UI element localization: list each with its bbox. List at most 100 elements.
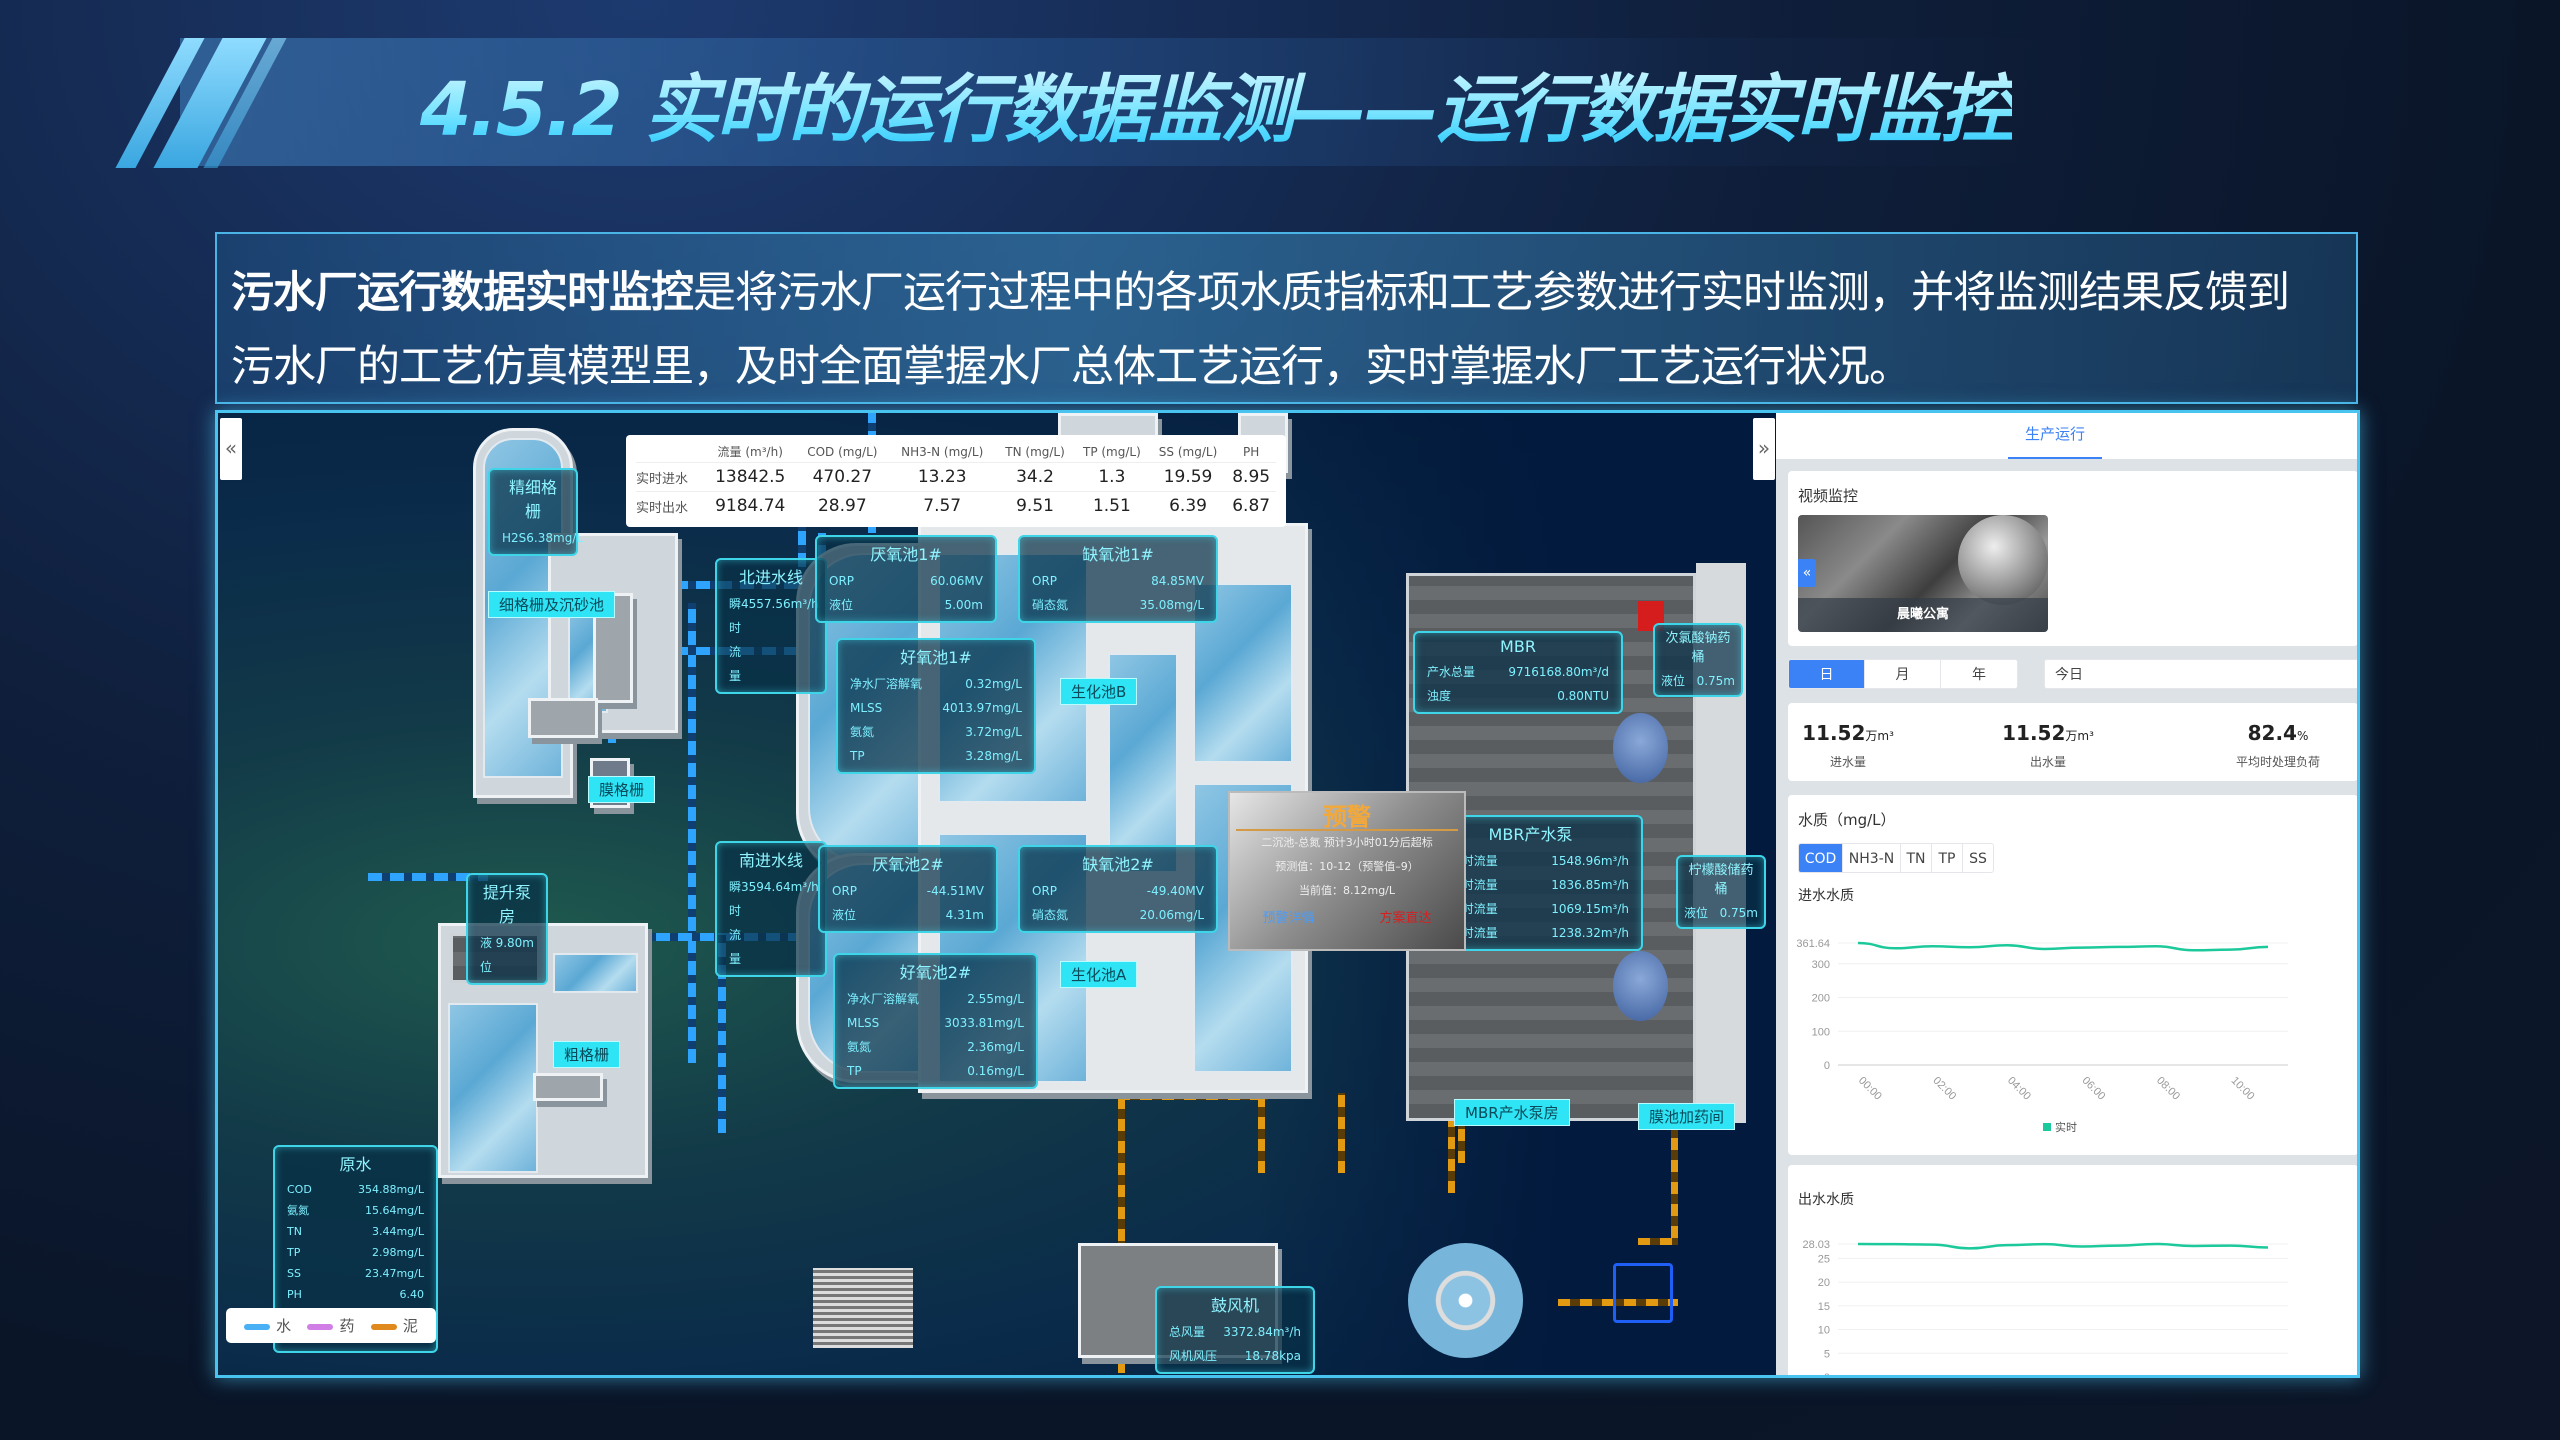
y-tick-label: 300 [1812,959,1830,971]
realtime-data-table: 流量 (m³/h) COD (mg/L) NH3-N (mg/L) TN (mg… [626,435,1286,527]
legend-item-chemical[interactable]: 药 [307,1315,355,1336]
inflow-quality-chart[interactable]: 0 100 200 300 361.64 00:00 02:00 04:00 06:00 08:0… [1788,905,2358,1155]
panel-south-inlet[interactable]: 南进水线 瞬时流量 3594.64m³/h [715,841,827,977]
panel-anaerobic-2[interactable]: 厌氧池2# ORP -44.51MV 液位 4.31m [818,845,998,933]
pipe-legend: 水 药 泥 [226,1308,436,1343]
chemical-tank [1613,713,1668,783]
period-month[interactable]: 月 [1865,660,1941,688]
x-tick-label: 00:00 [1856,1075,1884,1103]
video-thumbnail[interactable]: « 晨曦公寓 [1798,515,2048,632]
series-line [1857,941,2269,952]
panel-north-inlet[interactable]: 北进水线 瞬时流量 4557.56m³/h [715,558,827,694]
video-caption: 晨曦公寓 [1798,598,2048,632]
alert-line: 当前值：8.12mg/L [1298,884,1396,897]
legend-swatch [2043,1123,2051,1131]
kpi-inflow: 11.52万m³ 进水量 [1802,721,1894,769]
alert-detail-link[interactable]: 预警详情 [1262,907,1314,926]
grate [813,1268,913,1348]
quality-tab-cod[interactable]: COD [1799,844,1843,872]
x-tick-label: 06:00 [2080,1075,2108,1103]
panel-anoxic-2[interactable]: 缺氧池2# ORP -49.40MV 硝态氮 20.06mg/L [1018,845,1218,933]
y-tick-label: 200 [1812,993,1830,1005]
legend-swatch [370,1323,397,1330]
panel-citric-tank[interactable]: 柠檬酸储药桶 液位 0.75m [1676,855,1766,929]
y-tick-label: 25 [1818,1253,1830,1265]
alert-line: 二沉池-总氮 预计3小时01分后超标 [1261,836,1433,849]
period-day[interactable]: 日 [1789,660,1865,688]
y-tick-label: 28.03 [1802,1239,1830,1251]
sludge-pipe [1258,1093,1265,1173]
panel-naclo-tank[interactable]: 次氯酸钠药桶 液位 0.75m [1653,623,1743,697]
period-year[interactable]: 年 [1941,660,2017,688]
quality-tab-tp[interactable]: TP [1932,844,1963,872]
panel-anoxic-1[interactable]: 缺氧池1# ORP 84.85MV 硝态氮 35.08mg/L [1018,535,1218,623]
tag-bio-a[interactable]: 生化池A [1060,961,1138,988]
col-cod: COD (mg/L) [807,444,878,459]
col-flow: 流量 (m³/h) [717,445,783,459]
legend-item-water[interactable]: 水 [244,1315,291,1336]
y-tick-label: 100 [1812,1026,1830,1038]
date-picker[interactable]: 今日 [2044,659,2357,689]
col-ss: SS (mg/L) [1158,444,1218,459]
panel-fine-screen[interactable]: 精细格栅 H2S 6.38mg/L [488,468,583,556]
y-tick-label: 361.64 [1796,938,1830,950]
tag-bio-b[interactable]: 生化池B [1060,678,1138,705]
period-selector: 日 月 年 [1788,659,2018,689]
x-tick-label: 04:00 [2005,1075,2033,1103]
legend-item-sludge[interactable]: 泥 [370,1315,418,1336]
description-box: 污水厂运行数据实时监控是将污水厂运行过程中的各项水质指标和工艺参数进行实时监测，… [215,232,2358,404]
alert-plan-link[interactable]: 方案直达 [1379,907,1431,926]
tag-fine-screen-grit[interactable]: 细格栅及沉砂池 [488,591,616,618]
y-tick-label: 15 [1818,1301,1830,1313]
sludge-pipe [1338,1093,1345,1173]
y-tick-label: 0 [1824,1060,1830,1072]
kpi-card: 11.52万m³ 进水量 11.52万m³ 出水量 82.4% 平均时处理负荷 [1788,703,2357,781]
y-tick-label: 10 [1818,1325,1830,1337]
collapse-left-button[interactable]: « [220,418,242,480]
video-prev-button[interactable]: « [1798,559,1816,587]
outflow-card: 出水水质 0 5 10 15 20 25 28.03 [1788,1165,2358,1378]
quality-tabs: COD NH3-N TN TP SS [1798,843,1994,873]
table-row: 实时进水 13842.5 470.27 13.23 34.2 1.3 19.59… [636,462,1276,492]
tag-membrane-dosing[interactable]: 膜池加药间 [1638,1103,1736,1130]
col-ph: PH [1243,444,1260,459]
panel-blower[interactable]: 鼓风机 总风量 3372.84m³/h 风机风压 18.78kpa [1155,1286,1315,1374]
kpi-load: 82.4% 平均时处理负荷 [2235,721,2320,769]
collapse-right-button[interactable]: » [1753,418,1775,480]
kpi-outflow: 11.52万m³ 出水量 [2002,721,2094,769]
right-panel: 生产运行 视频监控 « 晨曦公寓 日 月 年 今日 11.52万m³ 进水量 1… [1776,413,2358,1378]
tab-production[interactable]: 生产运行 [2008,423,2102,444]
col-tp: TP (mg/L) [1082,444,1141,459]
panel-aerobic-1[interactable]: 好氧池1# 净水厂溶解氧 0.32mg/L MLSS 4013.97mg/L 氨氮 3… [836,638,1036,774]
video-title: 视频监控 [1798,487,1859,505]
panel-anaerobic-1[interactable]: 厌氧池1# ORP 60.06MV 液位 5.00m [815,535,997,623]
description-bold: 污水厂运行数据实时监控 [231,268,694,318]
outflow-chart-title: 出水水质 [1798,1192,1854,1208]
alert-popup: 预警 二沉池-总氮 预计3小时01分后超标 预测值：10-12（预警值–9） 当… [1228,791,1466,951]
series-line [1857,1242,2269,1250]
x-tick-label: 08:00 [2154,1075,2182,1103]
quality-tab-nh3n[interactable]: NH3-N [1843,844,1901,872]
sludge-pipe [1671,1128,1678,1238]
page-title: 4.5.2 实时的运行数据监测——运行数据实时监控 [420,50,2014,157]
quality-tab-tn[interactable]: TN [1901,844,1932,872]
y-tick-label: 20 [1818,1277,1830,1289]
y-tick-label: 0 [1824,1372,1830,1378]
description-text-2: 污水厂的工艺仿真模型里，及时全面掌握水厂总体工艺运行，实时掌握水厂工艺运行状况。 [231,342,1912,392]
quality-tab-ss[interactable]: SS [1963,844,1993,872]
legend-swatch [307,1323,334,1330]
outflow-quality-chart[interactable]: 0 5 10 15 20 25 28.03 [1788,1220,2358,1378]
plant-3d-map[interactable]: 细格栅及沉砂池 膜格栅 粗格栅 生化池B 生化池A MBR产水泵房 膜池加药间 … [218,413,1776,1375]
panel-mbr[interactable]: MBR 产水总量 9716168.80m³/d 浊度 0.80NTU [1413,631,1623,714]
tag-coarse-screen[interactable]: 粗格栅 [553,1041,621,1068]
tag-mbr-pump-house[interactable]: MBR产水泵房 [1454,1099,1570,1126]
quality-title: 水质（mg/L） [1798,811,1896,829]
col-tn: TN (mg/L) [1005,444,1065,459]
table-row: 实时出水 9184.74 28.97 7.57 9.51 1.51 6.39 6… [636,491,1276,520]
alert-title: 预警 [1236,793,1458,831]
panel-aerobic-2[interactable]: 好氧池2# 净水厂溶解氧 2.55mg/L MLSS 3033.81mg/L 氨氮 2… [833,953,1038,1089]
tag-membrane-screen[interactable]: 膜格栅 [588,776,656,803]
panel-lift-pump[interactable]: 提升泵房 液位 9.80m [466,873,548,985]
sludge-pipe [1638,1238,1678,1245]
x-tick-label: 10:00 [2229,1075,2257,1103]
